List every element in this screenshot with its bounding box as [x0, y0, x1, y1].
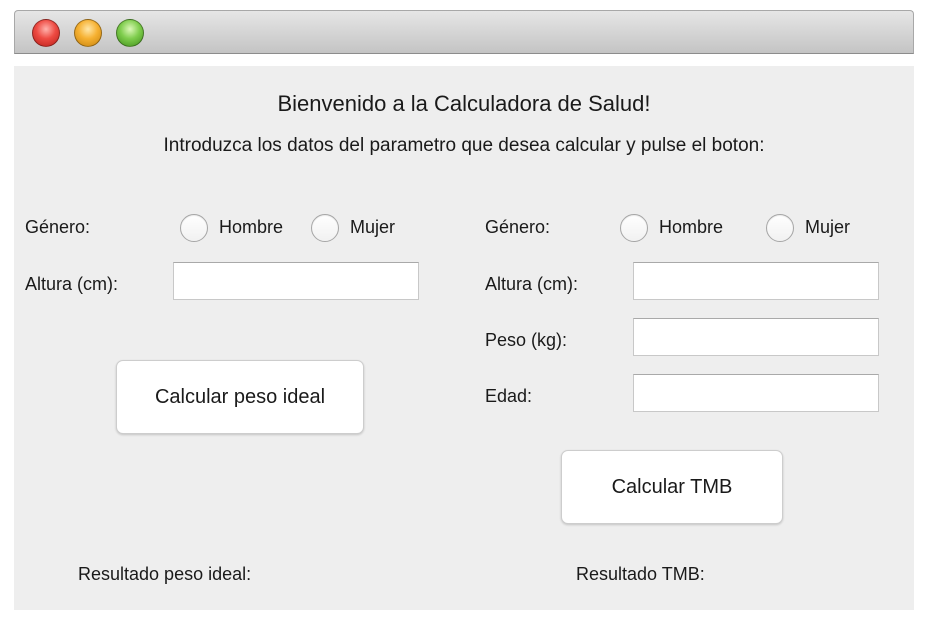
tmb-age-input[interactable]	[633, 374, 879, 412]
ideal-gender-female-label[interactable]: Mujer	[350, 217, 395, 238]
ideal-gender-male-label[interactable]: Hombre	[219, 217, 283, 238]
ideal-gender-female-radio[interactable]	[311, 214, 339, 242]
tmb-weight-label: Peso (kg):	[485, 330, 568, 350]
tmb-height-label: Altura (cm):	[485, 274, 579, 294]
tmb-gender-male-radio[interactable]	[620, 214, 648, 242]
tmb-gender-female-label[interactable]: Mujer	[805, 217, 850, 238]
ideal-gender-male-radio[interactable]	[180, 214, 208, 242]
app-content: Bienvenido a la Calculadora de Salud! In…	[14, 66, 914, 610]
tmb-gender-label: Género:	[485, 217, 551, 237]
ideal-weight-result-label: Resultado peso ideal:	[78, 564, 252, 584]
page-title: Bienvenido a la Calculadora de Salud!	[277, 91, 651, 116]
calculate-ideal-weight-button[interactable]: Calcular peso ideal	[116, 360, 364, 434]
close-window-button[interactable]	[32, 19, 60, 47]
ideal-gender-label: Género:	[25, 217, 91, 237]
tmb-age-label: Edad:	[485, 386, 533, 406]
calculate-tmb-button[interactable]: Calcular TMB	[561, 450, 783, 524]
tmb-gender-female-radio[interactable]	[766, 214, 794, 242]
tmb-weight-input[interactable]	[633, 318, 879, 356]
tmb-result-label: Resultado TMB:	[576, 564, 705, 584]
tmb-height-input[interactable]	[633, 262, 879, 300]
ideal-height-input[interactable]	[173, 262, 419, 300]
minimize-window-button[interactable]	[74, 19, 102, 47]
window-titlebar[interactable]	[14, 10, 914, 54]
ideal-height-label: Altura (cm):	[25, 274, 119, 294]
zoom-window-button[interactable]	[116, 19, 144, 47]
tmb-gender-male-label[interactable]: Hombre	[659, 217, 723, 238]
page-subtitle: Introduzca los datos del parametro que d…	[163, 135, 765, 156]
